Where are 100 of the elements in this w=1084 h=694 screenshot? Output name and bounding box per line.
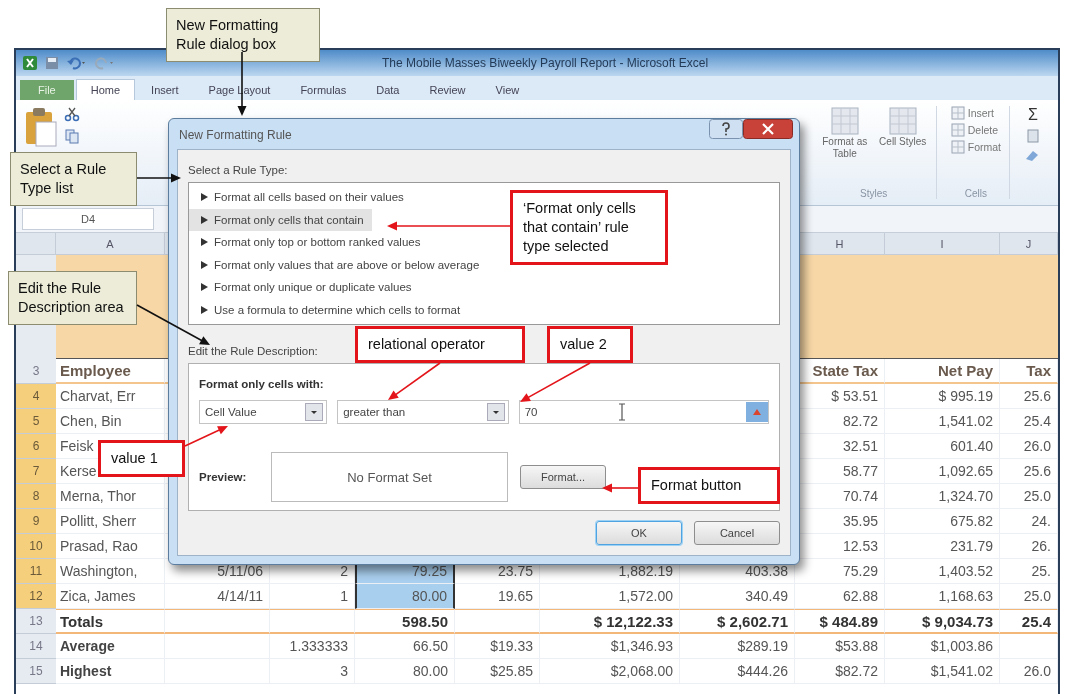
- table-cell: $19.33: [455, 634, 540, 659]
- value2-field[interactable]: 70: [518, 400, 769, 424]
- row-number[interactable]: 7: [16, 459, 56, 484]
- table-cell: 19.65: [455, 584, 540, 609]
- close-icon[interactable]: [743, 119, 793, 139]
- table-style-icon: [887, 106, 918, 136]
- operator-dropdown[interactable]: greater than: [337, 400, 509, 424]
- column-header[interactable]: J: [1000, 233, 1058, 255]
- ribbon-button[interactable]: Cell Styles: [877, 106, 928, 160]
- rule-type-item[interactable]: Format all cells based on their values: [189, 186, 412, 209]
- triangle-icon: [201, 238, 208, 247]
- row-number[interactable]: 6: [16, 434, 56, 459]
- autosum-button[interactable]: Σ: [1028, 106, 1038, 124]
- rule-type-item[interactable]: Format only unique or duplicate values: [189, 276, 420, 299]
- rule-type-item[interactable]: Format only cells that contain: [189, 208, 372, 231]
- table-cell: 26.0: [1000, 434, 1058, 459]
- description-label: Edit the Rule Description:: [188, 345, 318, 357]
- fill-icon[interactable]: [1025, 128, 1041, 144]
- value1-dropdown[interactable]: Cell Value: [199, 400, 328, 424]
- condition-label: Format only cells with:: [199, 378, 324, 390]
- row-number[interactable]: 5: [16, 409, 56, 434]
- table-cell: 25.6: [1000, 459, 1058, 484]
- row-number[interactable]: 11: [16, 559, 56, 584]
- ribbon-button[interactable]: Delete: [950, 123, 1001, 137]
- table-cell: Average: [56, 634, 165, 659]
- callout-arrow: [136, 173, 181, 183]
- paste-icon[interactable]: [24, 106, 58, 148]
- ribbon-tab[interactable]: Home: [75, 79, 136, 100]
- table-cell: Tax: [1000, 359, 1058, 384]
- group-label: Styles: [860, 188, 888, 199]
- caret-icon: [486, 403, 505, 421]
- table-cell: $ 12,122.33: [540, 609, 680, 634]
- table-cell: 675.82: [885, 509, 1000, 534]
- ribbon-tab[interactable]: Formulas: [286, 80, 361, 100]
- table-cell: $289.19: [680, 634, 795, 659]
- rule-type-item[interactable]: Format only values that are above or below average: [189, 253, 488, 276]
- ribbon-tab[interactable]: View: [481, 80, 534, 100]
- cells-icon: [950, 106, 965, 120]
- row-number[interactable]: 12: [16, 584, 56, 609]
- table-cell: 62.88: [795, 584, 885, 609]
- row-number[interactable]: 8: [16, 484, 56, 509]
- table-cell: 1,324.70: [885, 484, 1000, 509]
- save-icon[interactable]: [44, 55, 60, 71]
- annotation-callout: value 1: [98, 440, 185, 477]
- table-cell: 66.50: [355, 634, 455, 659]
- row-number[interactable]: 9: [16, 509, 56, 534]
- table-cell: Washington,: [56, 559, 165, 584]
- undo-icon[interactable]: [66, 55, 88, 71]
- table-cell: 1,092.65: [885, 459, 1000, 484]
- format-button[interactable]: Format...: [520, 465, 606, 489]
- table-cell: $ 2,602.71: [680, 609, 795, 634]
- annotation-callout: Select a Rule Type list: [10, 152, 137, 206]
- annotation-callout: Format button: [638, 467, 780, 504]
- annotation-callout: Edit the Rule Description area: [8, 271, 137, 325]
- ok-button[interactable]: OK: [596, 521, 682, 545]
- ribbon-button[interactable]: Insert: [950, 106, 1001, 120]
- rule-type-label: Select a Rule Type:: [188, 164, 288, 176]
- ribbon-tab[interactable]: Review: [415, 80, 480, 100]
- ribbon-tab[interactable]: Insert: [137, 80, 193, 100]
- table-cell: 231.79: [885, 534, 1000, 559]
- help-icon[interactable]: [709, 119, 743, 139]
- window-title: The Mobile Masses Biweekly Payroll Report - Microsoft Excel: [382, 56, 709, 70]
- table-cell: 26.: [1000, 534, 1058, 559]
- row-number[interactable]: 4: [16, 384, 56, 409]
- redo-icon[interactable]: [94, 55, 116, 71]
- rule-type-item[interactable]: Format only top or bottom ranked values: [189, 231, 429, 254]
- spreadsheet-app-icon[interactable]: [22, 55, 38, 71]
- table-cell: Prasad, Rao: [56, 534, 165, 559]
- table-cell: $2,068.00: [540, 659, 680, 684]
- group-label: Cells: [964, 188, 987, 199]
- triangle-icon: [201, 193, 208, 202]
- table-cell: $ 995.19: [885, 384, 1000, 409]
- copy-icon[interactable]: [64, 128, 80, 144]
- annotation-callout: value 2: [547, 326, 633, 363]
- callout-arrow: [520, 362, 591, 402]
- cancel-button[interactable]: Cancel: [694, 521, 780, 545]
- table-cell: 4/14/11: [165, 584, 270, 609]
- row-number[interactable]: 10: [16, 534, 56, 559]
- table-cell: 1,572.00: [540, 584, 680, 609]
- callout-arrow: [602, 483, 639, 493]
- column-header[interactable]: I: [885, 233, 1000, 255]
- table-cell: Net Pay: [885, 359, 1000, 384]
- rule-type-item[interactable]: Use a formula to determine which cells to format: [189, 298, 469, 321]
- table-cell: 1,168.63: [885, 584, 1000, 609]
- table-cell: $82.72: [795, 659, 885, 684]
- ribbon-button[interactable]: Format as Table: [819, 106, 870, 160]
- annotation-callout: New Formatting Rule dialog box: [166, 8, 320, 62]
- table-cell: $1,346.93: [540, 634, 680, 659]
- table-cell: 24.: [1000, 509, 1058, 534]
- table-cell: 25.6: [1000, 384, 1058, 409]
- ribbon-button[interactable]: Format: [950, 140, 1001, 154]
- column-header[interactable]: A: [56, 233, 165, 255]
- table-cell: $53.88: [795, 634, 885, 659]
- scissors-icon[interactable]: [64, 106, 80, 122]
- ribbon-tab[interactable]: Data: [362, 80, 414, 100]
- table-cell: $ 9,034.73: [885, 609, 1000, 634]
- table-cell: 25.0: [1000, 584, 1058, 609]
- name-box[interactable]: D4: [22, 208, 154, 230]
- triangle-icon: [201, 215, 208, 224]
- range-select-icon[interactable]: [746, 402, 768, 422]
